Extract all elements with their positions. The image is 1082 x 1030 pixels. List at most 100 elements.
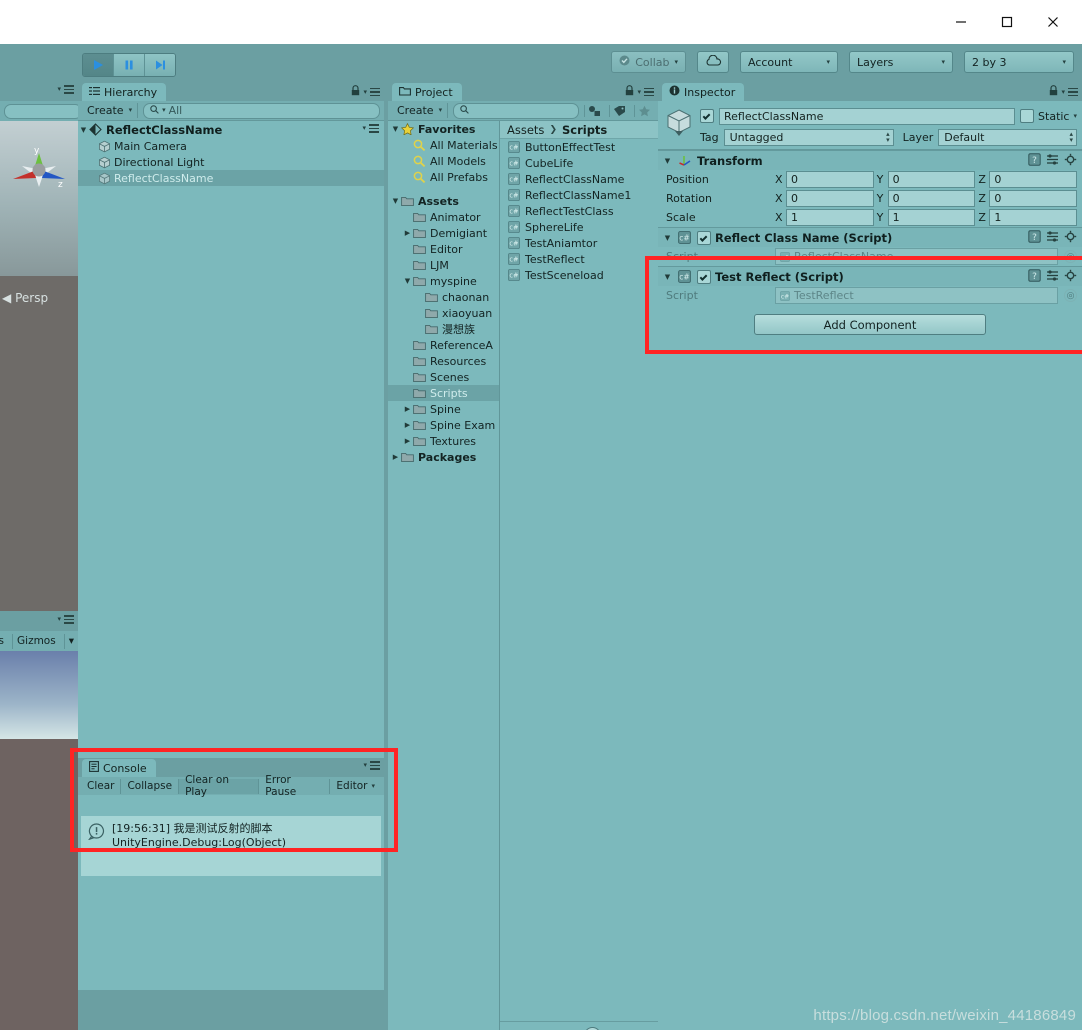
breadcrumb-root[interactable]: Assets [507, 123, 544, 137]
component-test-reflect-tools[interactable]: ? [1028, 269, 1077, 285]
project-file-item[interactable]: c# TestReflect [500, 251, 658, 267]
scene-search-input[interactable] [4, 103, 82, 119]
project-tree-item[interactable]: ▸ Scripts [388, 385, 499, 401]
project-tree-item[interactable]: ▼ Assets [388, 193, 499, 209]
gizmos-button[interactable]: Gizmos [12, 633, 60, 649]
hierarchy-scene-root[interactable]: ▼ ReflectClassName ▾ [78, 121, 384, 138]
hierarchy-scene-options[interactable]: ▾ [362, 124, 379, 133]
position-x-input[interactable]: 0 [786, 171, 874, 188]
project-tree-item[interactable]: ▸ xiaoyuan [388, 305, 499, 321]
component-transform-tools[interactable]: ? [1028, 153, 1077, 169]
project-tree-item[interactable]: ▸ LJM [388, 257, 499, 273]
tab-project[interactable]: Project [392, 83, 462, 101]
console-panel-options[interactable]: ▾ [363, 761, 380, 770]
console-clear-button[interactable]: Clear [81, 778, 122, 794]
chevron-expander-icon[interactable]: ▼ [390, 125, 401, 133]
project-tree-item[interactable]: ▶ Spine Exam [388, 417, 499, 433]
chevron-expander-icon[interactable]: ▼ [390, 197, 401, 205]
hierarchy-panel-options[interactable]: ▾ [351, 85, 380, 99]
project-tree-item[interactable]: ▶ Demigiant [388, 225, 499, 241]
component-enabled-checkbox[interactable] [697, 230, 711, 245]
project-tree-item[interactable]: ▸ Editor [388, 241, 499, 257]
console-collapse-button[interactable]: Collapse [121, 778, 180, 794]
gear-icon[interactable] [1064, 269, 1077, 285]
project-tree-item[interactable]: ▸ chaonan [388, 289, 499, 305]
project-tree-item[interactable]: ▼ Favorites [388, 121, 499, 137]
console-log-entry[interactable]: [19:56:31] 我是测试反射的脚本 UnityEngine.Debug:L… [81, 816, 381, 876]
game-toolbar-partial[interactable]: s [0, 634, 8, 649]
play-button[interactable] [83, 54, 114, 76]
chevron-down-icon[interactable]: ▾ [1073, 112, 1077, 120]
scale-y-input[interactable]: 1 [887, 209, 976, 226]
component-reflect-class-name-tools[interactable]: ? [1028, 230, 1077, 246]
collab-button[interactable]: Collab ▾ [611, 51, 686, 73]
project-tree-item[interactable]: ▸ Resources [388, 353, 499, 369]
game-panel-options[interactable]: ▾ [57, 615, 74, 624]
cloud-button[interactable] [697, 51, 729, 73]
hierarchy-search-input[interactable]: ▾ All [143, 102, 380, 119]
game-view-viewport[interactable] [0, 651, 78, 1030]
preset-icon[interactable] [1046, 230, 1059, 246]
project-file-item[interactable]: c# ReflectClassName [500, 171, 658, 187]
rotation-y-input[interactable]: 0 [887, 190, 976, 207]
gameobject-name-input[interactable]: ReflectClassName [719, 107, 1016, 125]
step-button[interactable] [145, 54, 175, 76]
pause-button[interactable] [114, 54, 145, 76]
console-error-pause-button[interactable]: Error Pause [259, 774, 331, 798]
script-object-field[interactable]: c# TestReflect [775, 287, 1058, 304]
project-tree-item[interactable]: ▸ 漫想族 [388, 321, 499, 337]
project-file-item[interactable]: c# ReflectTestClass [500, 203, 658, 219]
script-object-field[interactable]: c# ReflectClassName [775, 248, 1058, 265]
project-file-item[interactable]: c# ButtonEffectTest [500, 139, 658, 155]
position-z-input[interactable]: 0 [989, 171, 1078, 188]
hierarchy-item-reflectclassname[interactable]: ReflectClassName [78, 170, 384, 186]
filter-by-type-icon[interactable] [584, 104, 604, 117]
chevron-expander-icon[interactable]: ▶ [402, 229, 413, 237]
project-file-item[interactable]: c# TestAniamtor [500, 235, 658, 251]
scene-orientation-gizmo[interactable]: y z [8, 139, 70, 201]
project-tree-item[interactable]: ▸ All Models [388, 153, 499, 169]
close-icon[interactable] [1030, 0, 1076, 44]
chevron-expander-icon[interactable]: ▶ [402, 437, 413, 445]
object-picker-icon[interactable]: ◎ [1064, 289, 1077, 302]
project-search-input[interactable] [453, 102, 579, 119]
scene-panel-options[interactable]: ▾ [57, 85, 74, 94]
maximize-icon[interactable] [984, 0, 1030, 44]
static-group[interactable]: Static ▾ [1020, 109, 1077, 123]
project-tree-item[interactable]: ▶ Packages [388, 449, 499, 465]
console-editor-dropdown[interactable]: Editor ▾ [330, 779, 381, 794]
chevron-expander-icon[interactable]: ▼ [402, 277, 413, 285]
hierarchy-item-main-camera[interactable]: Main Camera [78, 138, 384, 154]
chevron-expander-icon[interactable]: ▶ [402, 405, 413, 413]
project-tree-item[interactable]: ▸ Scenes [388, 369, 499, 385]
scale-x-input[interactable]: 1 [786, 209, 874, 226]
hierarchy-create-button[interactable]: Create ▾ [82, 103, 139, 118]
object-picker-icon[interactable]: ◎ [1064, 250, 1077, 263]
component-test-reflect-header[interactable]: ▼ c# Test Reflect (Script) ? [658, 267, 1082, 286]
layer-dropdown[interactable]: Default ▴ ▾ [938, 128, 1077, 146]
filter-by-label-icon[interactable] [609, 104, 629, 117]
lock-icon[interactable] [1049, 85, 1058, 99]
component-transform-header[interactable]: ▼ Transform ? [658, 151, 1082, 170]
gear-icon[interactable] [1064, 153, 1077, 169]
help-icon[interactable]: ? [1028, 230, 1041, 246]
scale-z-input[interactable]: 1 [989, 209, 1078, 226]
rotation-x-input[interactable]: 0 [786, 190, 874, 207]
chevron-expander-icon[interactable]: ▶ [402, 421, 413, 429]
project-zoom-slider[interactable] [500, 1021, 658, 1030]
console-clear-on-play-button[interactable]: Clear on Play [179, 774, 260, 798]
project-tree-item[interactable]: ▼ myspine [388, 273, 499, 289]
gameobject-enabled-checkbox[interactable] [700, 109, 714, 123]
project-tree-item[interactable]: ▸ All Materials [388, 137, 499, 153]
chevron-expander-icon[interactable]: ▼ [662, 157, 673, 165]
tab-inspector[interactable]: Inspector [662, 83, 745, 101]
project-file-item[interactable]: c# TestSceneload [500, 267, 658, 283]
rotation-z-input[interactable]: 0 [989, 190, 1078, 207]
inspector-panel-options[interactable]: ▾ [1049, 85, 1078, 99]
static-checkbox[interactable] [1020, 109, 1035, 123]
help-icon[interactable]: ? [1028, 153, 1041, 169]
chevron-expander-icon[interactable]: ▼ [662, 273, 673, 281]
chevron-expander-icon[interactable]: ▼ [78, 126, 89, 134]
lock-icon[interactable] [351, 85, 360, 99]
add-component-button[interactable]: Add Component [754, 314, 986, 335]
